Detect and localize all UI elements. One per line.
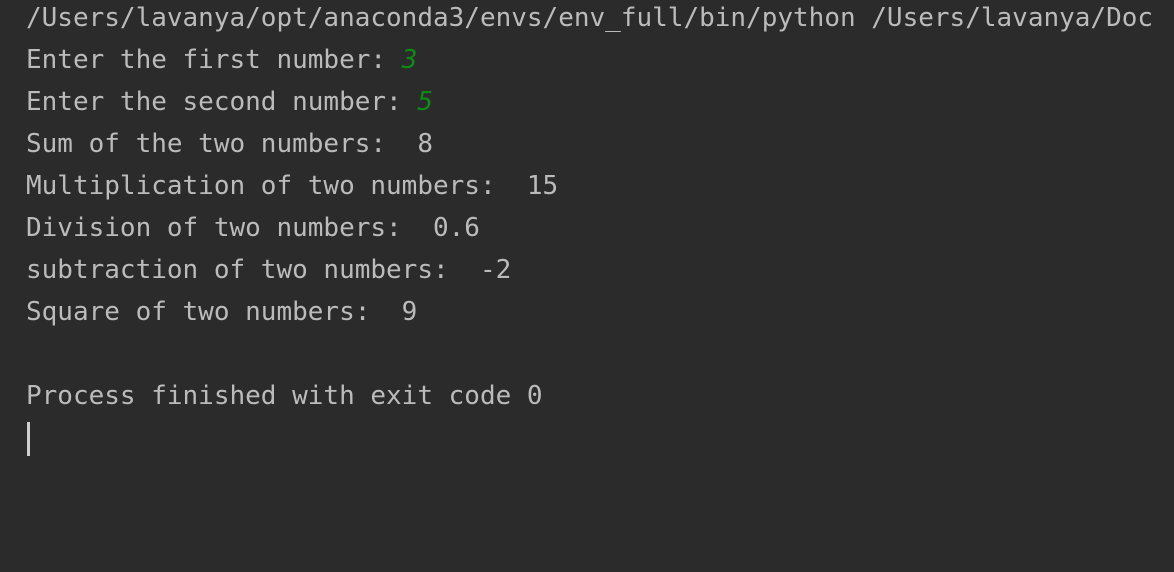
multiplication-output: Multiplication of two numbers: 15: [26, 171, 559, 201]
command-line: /Users/lavanya/opt/anaconda3/envs/env_fu…: [26, 3, 1154, 33]
second-number-line: Enter the second number: 5: [26, 86, 433, 118]
first-number-prompt: Enter the first number:: [26, 45, 402, 75]
exit-code-message: Process finished with exit code 0: [26, 381, 543, 411]
sum-output: Sum of the two numbers: 8: [26, 129, 433, 159]
second-number-input: 5: [417, 87, 433, 117]
square-output: Square of two numbers: 9: [26, 297, 418, 327]
subtraction-output: subtraction of two numbers: -2: [26, 255, 512, 285]
division-output: Division of two numbers: 0.6: [26, 213, 480, 243]
first-number-input: 3: [401, 45, 418, 75]
text-cursor: [27, 422, 30, 456]
run-console-output[interactable]: /Users/lavanya/opt/anaconda3/envs/env_fu…: [0, 0, 1174, 572]
second-number-prompt: Enter the second number:: [26, 87, 418, 117]
first-number-line: Enter the first number: 3: [26, 44, 417, 76]
